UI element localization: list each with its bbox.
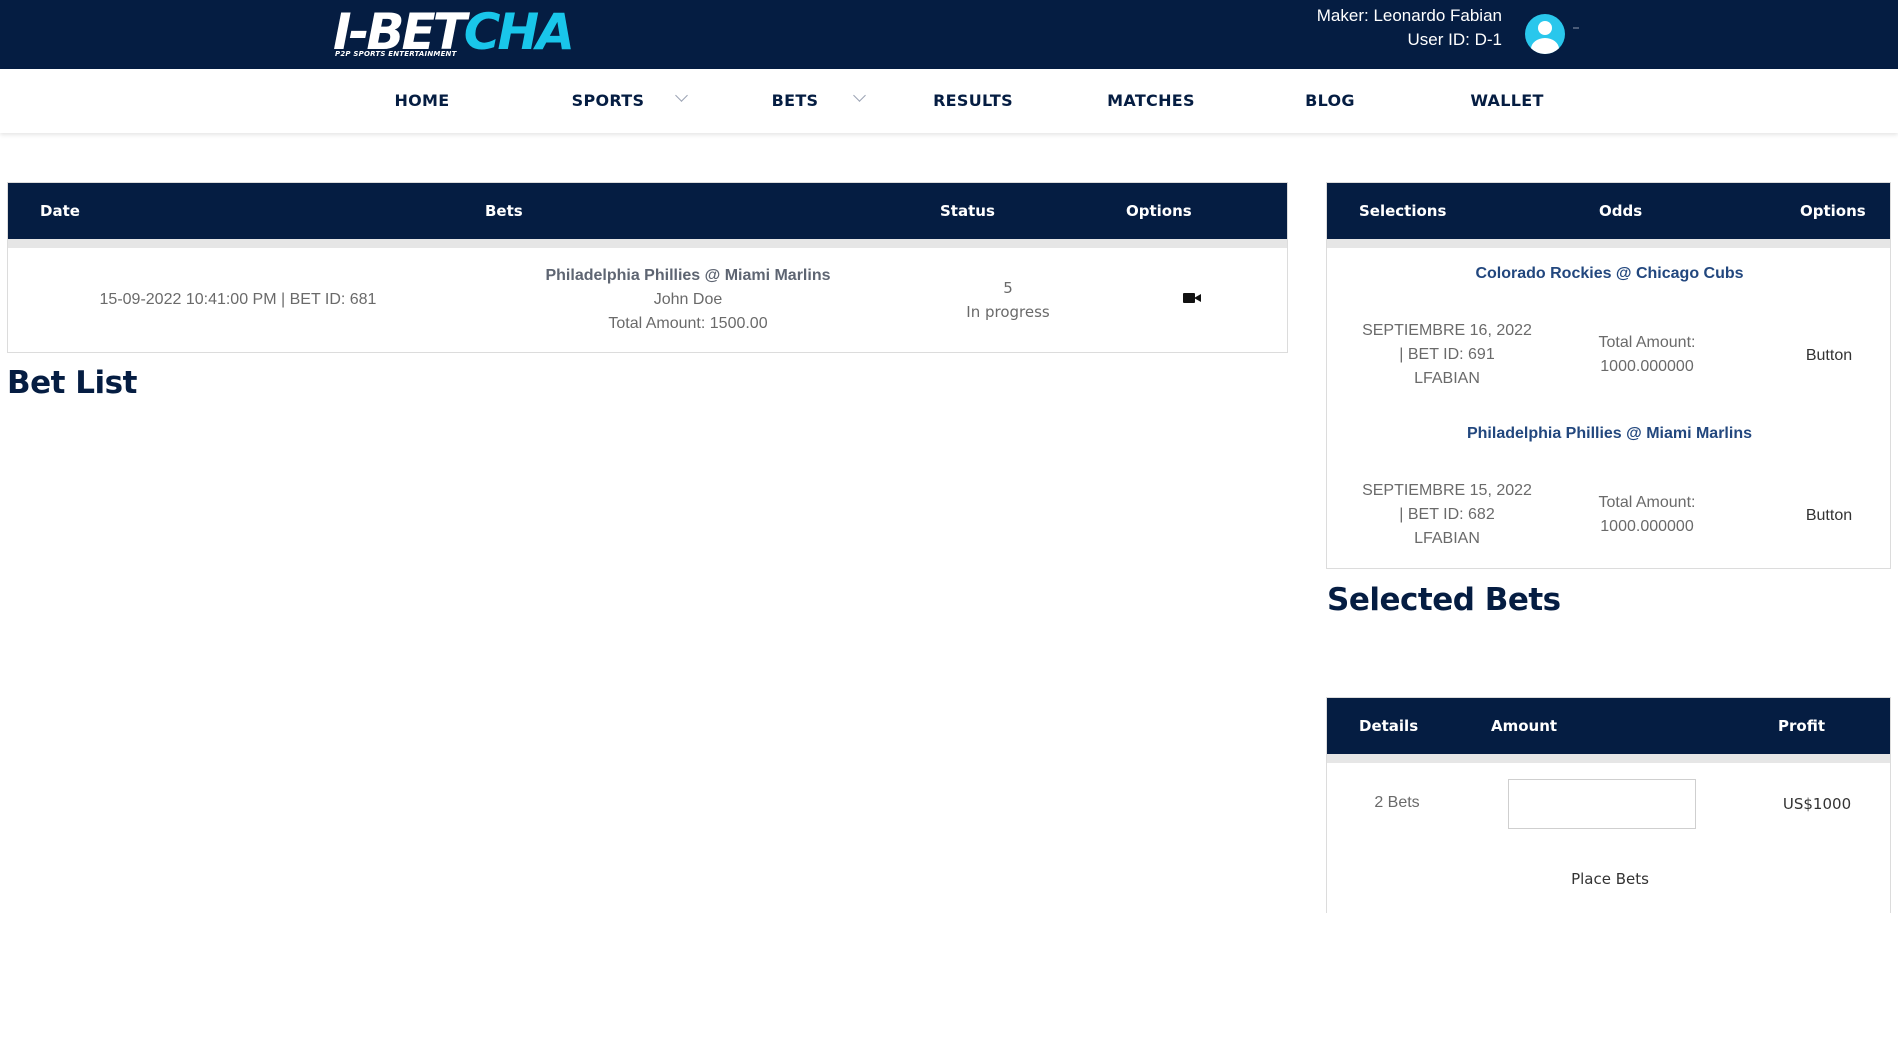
column-header-options: Options [1126, 202, 1192, 220]
nav-wallet[interactable]: WALLET [1457, 69, 1557, 133]
user-info: Maker: Leonardo Fabian User ID: D-1 [1317, 4, 1502, 52]
column-header-profit: Profit [1778, 717, 1825, 735]
brand-logo[interactable]: I-BETCHA P2P SPORTS ENTERTAINMENT [333, 7, 575, 58]
selection-date: SEPTIEMBRE 16, 2022 [1362, 322, 1532, 339]
selection-user: LFABIAN [1414, 370, 1480, 387]
chevron-down-icon[interactable] [1573, 27, 1579, 29]
selection-option-button[interactable]: Button [1789, 347, 1869, 365]
chevron-down-icon[interactable] [853, 89, 866, 102]
nav-bets[interactable]: BETS [745, 69, 845, 133]
column-header-date: Date [40, 202, 80, 220]
status-badge: In progress [966, 303, 1050, 321]
maker-label: Maker: Leonardo Fabian [1316, 6, 1502, 25]
chevron-down-icon[interactable] [675, 89, 688, 102]
selection-bet-id: | BET ID: 682 [1399, 506, 1495, 523]
selection-match[interactable]: Colorado Rockies @ Chicago Cubs [1327, 265, 1892, 283]
summary-header: Details Amount Profit [1327, 698, 1890, 763]
bet-date: 15-09-2022 10:41:00 PM | BET ID: 681 [99, 291, 377, 308]
status-code: 5 [1003, 279, 1013, 297]
selections-header: Selections Odds Options [1327, 183, 1890, 248]
logo-accent-text: CHA [463, 3, 575, 61]
bet-list-title: Bet List [7, 365, 137, 401]
column-header-odds: Odds [1599, 202, 1643, 220]
nav-results[interactable]: RESULTS [923, 69, 1023, 133]
column-header-details: Details [1359, 717, 1419, 735]
selection-user: LFABIAN [1414, 530, 1480, 547]
column-header-amount: Amount [1491, 717, 1558, 735]
bet-player: John Doe [653, 291, 723, 308]
bet-total: Total Amount: 1500.00 [608, 315, 768, 332]
selection-match[interactable]: Philadelphia Phillies @ Miami Marlins [1327, 425, 1892, 443]
summary-details: 2 Bets [1374, 794, 1420, 811]
column-header-bets: Bets [485, 202, 523, 220]
top-header: I-BETCHA P2P SPORTS ENTERTAINMENT Maker:… [0, 0, 1898, 69]
bet-list-table: Date Bets Status Options 15-09-2022 10:4… [7, 182, 1288, 353]
selection-amount-label: Total Amount: [1598, 494, 1696, 511]
nav-blog[interactable]: BLOG [1280, 69, 1380, 133]
column-header-status: Status [940, 202, 995, 220]
summary-profit: US$1000 [1782, 795, 1852, 813]
selection-amount-value: 1000.000000 [1600, 358, 1694, 375]
selection-date: SEPTIEMBRE 15, 2022 [1362, 482, 1532, 499]
bet-list-header: Date Bets Status Options [8, 183, 1287, 248]
nav-sports[interactable]: SPORTS [558, 69, 658, 133]
user-circle-icon[interactable] [1525, 14, 1565, 54]
bet-match: Philadelphia Phillies @ Miami Marlins [545, 267, 831, 284]
video-camera-icon[interactable] [1183, 292, 1201, 304]
nav-matches[interactable]: MATCHES [1091, 69, 1211, 133]
user-id-label: User ID: D-1 [1407, 30, 1502, 49]
selection-option-button[interactable]: Button [1789, 507, 1869, 525]
selected-bets-title: Selected Bets [1327, 582, 1561, 618]
column-header-selections: Selections [1359, 202, 1447, 220]
amount-input[interactable] [1508, 779, 1696, 829]
nav-home[interactable]: HOME [372, 69, 472, 133]
selections-table: Selections Odds Options Colorado Rockies… [1326, 182, 1891, 569]
column-header-options: Options [1800, 202, 1866, 220]
logo-tagline: P2P SPORTS ENTERTAINMENT [335, 50, 457, 58]
selection-amount-label: Total Amount: [1598, 334, 1696, 351]
selection-bet-id: | BET ID: 691 [1399, 346, 1495, 363]
main-nav: HOME SPORTS BETS RESULTS MATCHES BLOG WA… [0, 69, 1898, 133]
selection-amount-value: 1000.000000 [1600, 518, 1694, 535]
place-bets-button[interactable]: Place Bets [1540, 864, 1680, 894]
